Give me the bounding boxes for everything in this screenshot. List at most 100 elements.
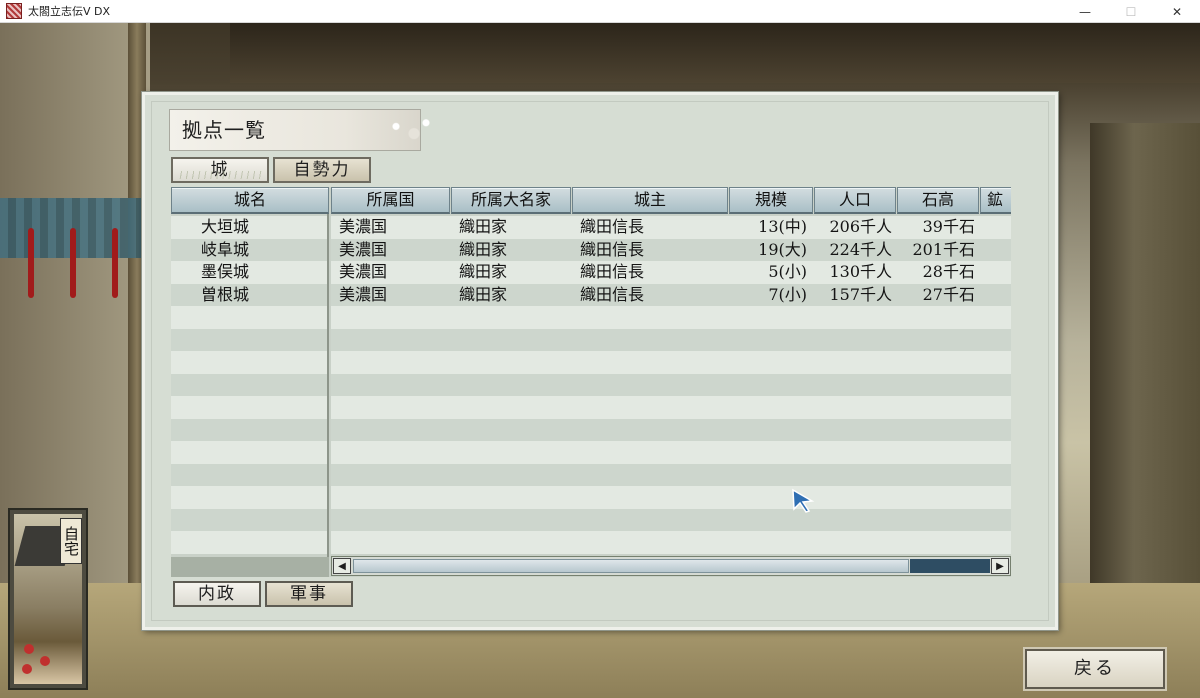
tab-own-faction-label: 自勢力: [293, 160, 351, 180]
table-row[interactable]: 墨俣城: [171, 261, 327, 284]
back-button[interactable]: 戻る: [1025, 649, 1165, 689]
table-row: [331, 373, 1011, 396]
tab-decoration: [176, 171, 264, 179]
table-row[interactable]: 曽根城: [171, 283, 327, 306]
lord-cell: 織田信長: [580, 262, 645, 281]
table-row[interactable]: 美濃国 織田家 織田信長 19(大) 224千人 201千石: [331, 238, 1011, 261]
table-row[interactable]: 岐阜城: [171, 238, 327, 261]
column-header-mine[interactable]: 鉱: [980, 187, 1011, 214]
tassel: [112, 228, 118, 298]
scrollbar-track[interactable]: [910, 559, 990, 573]
domestic-affairs-button[interactable]: 内政: [173, 581, 261, 607]
column-header-lord[interactable]: 城主: [572, 187, 728, 214]
castle-name-cell: 墨俣城: [201, 262, 250, 281]
table-row: [331, 396, 1011, 419]
mouse-cursor-icon: [792, 488, 815, 513]
table-row: [331, 508, 1011, 531]
table-row: [331, 418, 1011, 441]
table-row: [171, 328, 327, 351]
clan-cell: 織田家: [459, 284, 508, 304]
table-row: [171, 306, 327, 329]
table-row[interactable]: 美濃国 織田家 織田信長 5(小) 130千人 28千石: [331, 261, 1011, 284]
table-row: [171, 463, 327, 486]
table-row: [331, 306, 1011, 329]
table-row: [331, 463, 1011, 486]
window-controls: — ☐ ✕: [1062, 0, 1200, 23]
title-decoration: [378, 112, 438, 148]
tassel: [70, 228, 76, 298]
table-row: [171, 418, 327, 441]
table-row: [171, 531, 327, 554]
castle-name-cell: 大垣城: [201, 217, 250, 236]
table-row: [331, 351, 1011, 374]
table-row: [171, 373, 327, 396]
population-cell: 206千人: [829, 217, 892, 236]
koku-cell: 27千石: [922, 284, 975, 304]
column-header-koku[interactable]: 石高: [897, 187, 979, 214]
home-label: 自宅: [60, 518, 82, 564]
military-button[interactable]: 軍事: [265, 581, 353, 607]
tab-own-faction[interactable]: 自勢力: [273, 157, 371, 183]
scale-cell: 5(小): [768, 262, 807, 281]
table-row: [331, 531, 1011, 554]
scale-cell: 19(大): [758, 239, 807, 259]
column-header-clan[interactable]: 所属大名家: [451, 187, 571, 214]
base-table: 城名 大垣城 岐阜城 墨俣城 曽根城 所属国 所属大名家 城主 規模 人口 石高 鉱 …: [171, 187, 1011, 577]
scroll-right-arrow-icon[interactable]: ▶: [991, 558, 1009, 574]
app-icon: [6, 3, 22, 19]
lord-cell: 織田信長: [580, 239, 645, 259]
panel-title-text: 拠点一覧: [182, 118, 266, 142]
plum-blossom-graphic: [40, 656, 50, 666]
province-cell: 美濃国: [339, 284, 388, 304]
plum-blossom-graphic: [22, 664, 32, 674]
province-cell: 美濃国: [339, 217, 388, 236]
column-header-scale[interactable]: 規模: [729, 187, 813, 214]
minimize-button[interactable]: —: [1062, 0, 1108, 23]
plum-blossom-graphic: [24, 644, 34, 654]
table-row: [331, 441, 1011, 464]
population-cell: 157千人: [829, 284, 892, 304]
scrollbar-thumb[interactable]: [353, 559, 909, 573]
panel-title: 拠点一覧: [169, 109, 438, 151]
koku-cell: 28千石: [922, 262, 975, 281]
column-header-castle-name[interactable]: 城名: [171, 187, 329, 214]
maximize-button[interactable]: ☐: [1108, 0, 1154, 23]
name-column: 城名 大垣城岐阜城墨俣城曽根城: [171, 187, 329, 577]
column-header-population[interactable]: 人口: [814, 187, 896, 214]
castle-name-cell: 曽根城: [201, 284, 250, 304]
base-list-panel: 拠点一覧 城 自勢力 城名 大垣城 岐阜城 墨俣城 曽根城 所属国 所属大名家 城主 …: [142, 92, 1058, 630]
close-button[interactable]: ✕: [1154, 0, 1200, 23]
column-header-province[interactable]: 所属国: [331, 187, 450, 214]
table-row: [171, 508, 327, 531]
province-cell: 美濃国: [339, 262, 388, 281]
province-cell: 美濃国: [339, 239, 388, 259]
ceiling-beam: [230, 23, 1200, 83]
koku-cell: 201千石: [912, 239, 975, 259]
tassel: [28, 228, 34, 298]
castle-name-cell: 岐阜城: [201, 239, 250, 259]
data-columns: 所属国 所属大名家 城主 規模 人口 石高 鉱 美濃国 織田家 織田信長 13(中) 2…: [331, 187, 1011, 557]
population-cell: 130千人: [829, 262, 892, 281]
koku-cell: 39千石: [922, 217, 975, 236]
table-row: [171, 441, 327, 464]
clan-cell: 織田家: [459, 217, 508, 236]
scale-cell: 7(小): [768, 284, 807, 304]
clan-cell: 織田家: [459, 262, 508, 281]
table-row: [171, 486, 327, 509]
lord-cell: 織田信長: [580, 217, 645, 236]
table-row[interactable]: 大垣城: [171, 216, 327, 239]
population-cell: 224千人: [829, 239, 892, 259]
lord-cell: 織田信長: [580, 284, 645, 304]
horizontal-scrollbar[interactable]: ◀ ▶: [331, 556, 1011, 576]
window-titlebar: 太閤立志伝Ⅴ DX — ☐ ✕: [0, 0, 1200, 23]
home-card[interactable]: 自宅: [8, 508, 88, 690]
table-row[interactable]: 美濃国 織田家 織田信長 13(中) 206千人 39千石: [331, 216, 1011, 239]
clan-cell: 織田家: [459, 239, 508, 259]
table-row: [171, 351, 327, 374]
table-row: [171, 396, 327, 419]
table-row[interactable]: 美濃国 織田家 織田信長 7(小) 157千人 27千石: [331, 283, 1011, 306]
scroll-left-arrow-icon[interactable]: ◀: [333, 558, 351, 574]
name-column-footer: [171, 557, 329, 577]
scale-cell: 13(中): [758, 217, 807, 236]
tab-castle[interactable]: 城: [171, 157, 269, 183]
